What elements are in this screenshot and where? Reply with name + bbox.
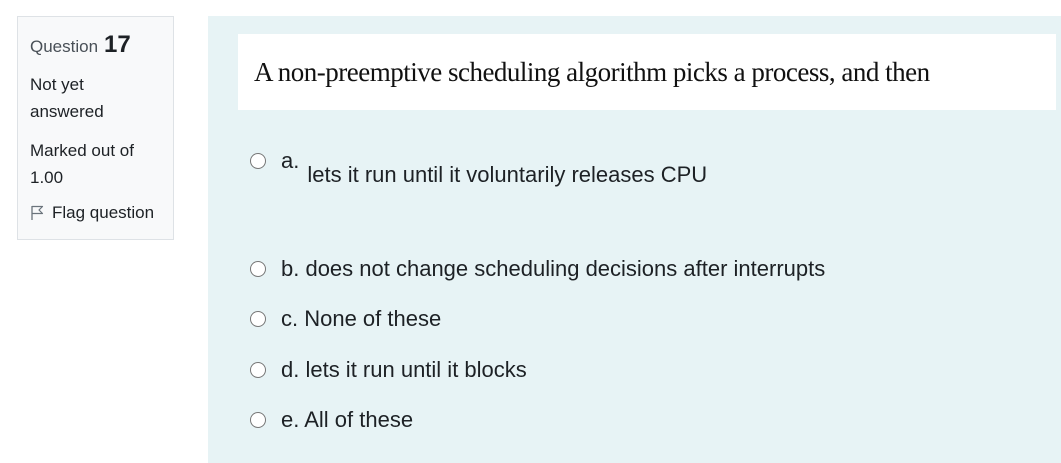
question-text: A non-preemptive scheduling algorithm pi… xyxy=(254,56,930,87)
radio-button-c[interactable] xyxy=(250,311,266,327)
answer-option-d[interactable]: d. lets it run until it blocks xyxy=(250,357,527,383)
question-grade: Marked out of 1.00 xyxy=(30,137,161,191)
radio-button-e[interactable] xyxy=(250,412,266,428)
answer-text-c: c. None of these xyxy=(281,306,442,331)
question-text-box: A non-preemptive scheduling algorithm pi… xyxy=(238,34,1056,110)
answer-text-d: d. lets it run until it blocks xyxy=(281,357,527,382)
answer-text-a: lets it run until it voluntarily release… xyxy=(307,162,708,187)
quiz-page: Question 17 Not yet answered Marked out … xyxy=(0,0,1061,463)
question-number: 17 xyxy=(104,31,131,58)
radio-button-d[interactable] xyxy=(250,362,266,378)
question-info-panel: Question 17 Not yet answered Marked out … xyxy=(17,16,174,240)
flag-question-label: Flag question xyxy=(52,203,155,222)
answer-option-e[interactable]: e. All of these xyxy=(250,407,413,433)
question-label: Question xyxy=(30,37,99,56)
state-line-1: Not yet xyxy=(30,75,84,94)
answer-option-b[interactable]: b. does not change scheduling decisions … xyxy=(250,256,825,282)
state-line-2: answered xyxy=(30,102,104,121)
answer-text-e: e. All of these xyxy=(281,407,414,432)
question-content: A non-preemptive scheduling algorithm pi… xyxy=(208,16,1061,463)
flag-outline-icon xyxy=(30,205,44,221)
question-state: Not yet answered xyxy=(30,71,161,125)
grade-line-1: Marked out of xyxy=(30,141,134,160)
answer-letter-a: a. xyxy=(281,148,300,173)
radio-button-b[interactable] xyxy=(250,261,266,277)
answer-text-b: b. does not change scheduling decisions … xyxy=(281,256,826,281)
flag-question-link[interactable]: Flag question xyxy=(30,203,161,223)
grade-line-2: 1.00 xyxy=(30,168,64,187)
answer-option-c[interactable]: c. None of these xyxy=(250,306,441,332)
answer-option-a[interactable]: a. lets it run until it voluntarily rele… xyxy=(250,148,707,188)
radio-button-a[interactable] xyxy=(250,153,266,169)
question-number-heading: Question 17 xyxy=(30,31,161,59)
